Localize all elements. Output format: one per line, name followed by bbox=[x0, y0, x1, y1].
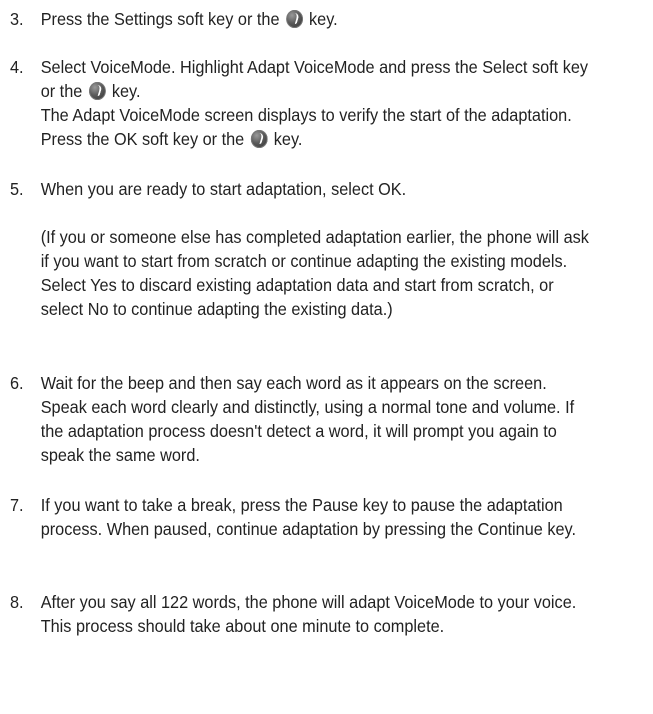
step-3: 3. Press the Settings soft key or the ke… bbox=[10, 7, 596, 31]
note-text: (If you or someone else has completed ad… bbox=[40, 227, 589, 319]
step-text: Select VoiceMode. Highlight Adapt VoiceM… bbox=[40, 57, 589, 149]
step-number: 6. bbox=[10, 373, 24, 393]
step-4: 4. Select VoiceMode. Highlight Adapt Voi… bbox=[10, 55, 596, 151]
manual-page: 3. Press the Settings soft key or the ke… bbox=[0, 0, 653, 714]
step-6: 6. Wait for the beep and then say each w… bbox=[10, 371, 596, 467]
step-5: 5. When you are ready to start adaptatio… bbox=[10, 177, 596, 201]
ok-key-icon bbox=[250, 130, 268, 148]
step-number: 7. bbox=[10, 495, 24, 515]
step-5-note: (If you or someone else has completed ad… bbox=[10, 225, 596, 321]
step-number: 8. bbox=[10, 592, 24, 612]
step-number: 4. bbox=[10, 57, 24, 77]
step-text: If you want to take a break, press the P… bbox=[40, 495, 577, 539]
ok-key-icon bbox=[285, 10, 303, 28]
ok-key-icon bbox=[88, 82, 106, 100]
step-text: After you say all 122 words, the phone w… bbox=[40, 592, 577, 636]
step-text: Press the Settings soft key or the key. bbox=[40, 9, 338, 29]
step-text: Wait for the beep and then say each word… bbox=[40, 373, 575, 465]
step-number: 5. bbox=[10, 179, 24, 199]
step-8: 8. After you say all 122 words, the phon… bbox=[10, 590, 596, 638]
step-number: 3. bbox=[10, 9, 24, 29]
step-7: 7. If you want to take a break, press th… bbox=[10, 493, 596, 541]
step-text: When you are ready to start adaptation, … bbox=[40, 179, 407, 199]
